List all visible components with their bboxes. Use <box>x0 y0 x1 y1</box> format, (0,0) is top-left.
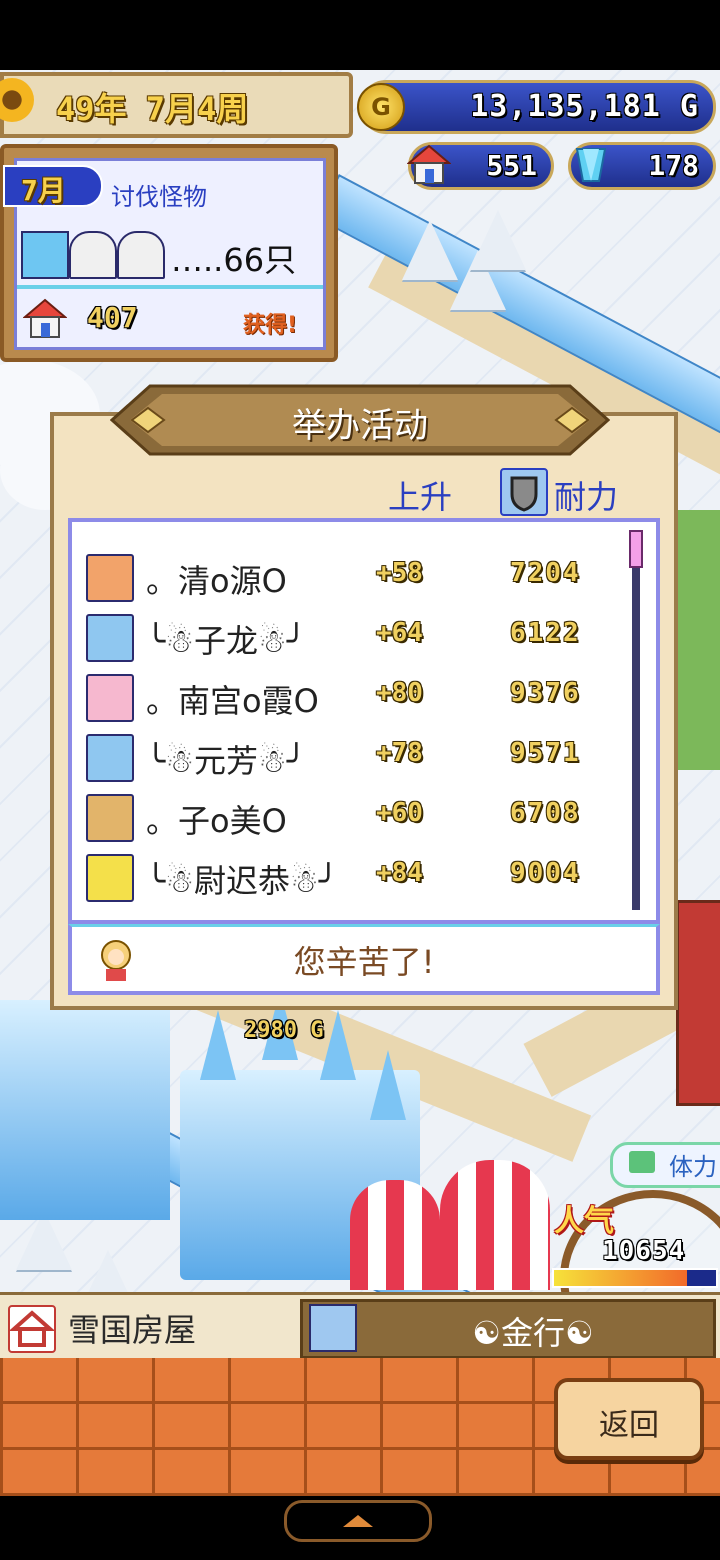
popularity-bar-fill <box>554 1270 687 1286</box>
dialog-title-banner: 举办活动 <box>110 380 610 460</box>
stamina-value: 9376 <box>510 678 581 708</box>
quest-count: …..66只 <box>171 241 297 279</box>
participant-list[interactable]: 。清o源O +58 7204 ╰☃子龙☃╯ +64 6122 。南宫o霞O +8… <box>68 518 660 924</box>
reward-count: 407 <box>87 301 138 334</box>
month-badge: 7月 <box>3 165 103 207</box>
avatar <box>86 614 134 662</box>
ghost-icon <box>117 231 165 279</box>
popularity-value: 10654 <box>602 1236 686 1266</box>
circus-tent <box>440 1160 550 1290</box>
crystals-pill: 178 <box>568 142 716 190</box>
participant-name: ╰☃元芳☃╯ <box>146 742 306 780</box>
participant-name: 。南宫o霞O <box>146 682 319 720</box>
stamina-value: 9571 <box>510 738 581 768</box>
stamina-value: 6122 <box>510 618 581 648</box>
expand-menu-button[interactable] <box>284 1500 432 1542</box>
rise-value: +64 <box>376 618 423 648</box>
top-black-bar <box>0 0 720 70</box>
popularity-bar <box>552 1268 718 1288</box>
avatar <box>86 794 134 842</box>
rise-value: +60 <box>376 798 423 828</box>
shield-icon <box>500 468 548 516</box>
gold-coin-icon: G <box>357 83 405 131</box>
red-barn <box>676 900 720 1106</box>
stamina-value: 7204 <box>510 558 581 588</box>
ice-spire <box>320 1010 356 1080</box>
quest-title: 讨伐怪物 <box>111 183 207 211</box>
divider <box>17 285 323 289</box>
houses-count: 551 <box>486 149 537 182</box>
rise-value: +80 <box>376 678 423 708</box>
reward-label: 获得! <box>243 313 298 338</box>
system-nav-bar <box>0 1496 720 1560</box>
building-info-bar: 雪国房屋 ☯金行☯ <box>0 1292 720 1364</box>
crystal-icon <box>569 143 613 187</box>
column-stamina: 耐力 <box>554 478 619 516</box>
occupant-panel: ☯金行☯ <box>300 1299 716 1359</box>
rise-value: +78 <box>376 738 423 768</box>
building-name: 雪国房屋 <box>68 1311 197 1349</box>
popularity-label: 人气 <box>554 1204 614 1239</box>
occupant-avatar <box>309 1304 357 1352</box>
popularity-widget[interactable]: 人气 10654 <box>540 1190 720 1292</box>
sunflower-icon <box>0 78 34 122</box>
occupant-name: ☯金行☯ <box>472 1314 594 1352</box>
dialog-footer-text: 您辛苦了! <box>293 943 435 981</box>
farm-field <box>672 510 720 770</box>
game-date: 49年 7月4周 <box>56 90 249 128</box>
avatar <box>86 854 134 902</box>
house-icon <box>22 297 68 341</box>
list-item[interactable]: ╰☃子龙☃╯ +64 6122 <box>86 608 626 664</box>
participant-name: 。清o源O <box>146 562 287 600</box>
houses-pill: 551 <box>406 142 554 190</box>
avatar <box>86 674 134 722</box>
quest-inner: 7月 讨伐怪物 …..66只 407 获得! <box>3 158 326 350</box>
rise-value: +84 <box>376 858 423 888</box>
ghost-icon <box>69 231 117 279</box>
stamina-label: 体力 <box>669 1153 717 1181</box>
gold-amount: 13,135,181 G <box>470 89 699 124</box>
avatar <box>86 734 134 782</box>
house-icon <box>406 143 452 187</box>
home-icon <box>8 1305 56 1353</box>
monster-icon <box>21 231 69 279</box>
stamina-icon <box>629 1151 655 1173</box>
stamina-value: 6708 <box>510 798 581 828</box>
ice-palace-left <box>0 1000 170 1220</box>
rise-value: +58 <box>376 558 423 588</box>
snow-tree <box>470 210 526 270</box>
back-button-label: 返回 <box>599 1408 659 1443</box>
circus-tent <box>350 1180 440 1290</box>
participant-name: ╰☃子龙☃╯ <box>146 622 306 660</box>
back-button[interactable]: 返回 <box>554 1378 704 1460</box>
dialog-footer: 您辛苦了! <box>68 924 660 995</box>
quest-panel[interactable]: 7月 讨伐怪物 …..66只 407 获得! <box>0 144 338 362</box>
brick-wall: 返回 <box>0 1358 720 1496</box>
scrollbar-thumb[interactable] <box>629 530 643 568</box>
participant-name: ╰☃尉迟恭☃╯ <box>146 862 338 900</box>
month-badge-text: 7月 <box>21 174 66 207</box>
scrollbar-track[interactable] <box>629 530 643 910</box>
chevron-up-icon <box>343 1515 373 1527</box>
price-tag: 2980 G <box>244 1018 324 1043</box>
avatar <box>86 554 134 602</box>
gold-pill: G 13,135,181 G <box>357 80 716 134</box>
ice-spire <box>370 1050 406 1120</box>
list-item[interactable]: 。清o源O +58 7204 <box>86 548 626 604</box>
participant-name: 。子o美O <box>146 802 287 840</box>
list-item[interactable]: 。子o美O +60 6708 <box>86 788 626 844</box>
list-item[interactable]: ╰☃尉迟恭☃╯ +84 9004 <box>86 848 626 904</box>
list-item[interactable]: ╰☃元芳☃╯ +78 9571 <box>86 728 626 784</box>
ice-spire <box>200 1010 236 1080</box>
stamina-tab[interactable]: 体力 <box>610 1142 720 1188</box>
crystals-count: 178 <box>648 149 699 182</box>
stamina-value: 9004 <box>510 858 581 888</box>
list-item[interactable]: 。南宫o霞O +80 9376 <box>86 668 626 724</box>
dialog-title: 举办活动 <box>292 406 428 446</box>
column-rise: 上升 <box>388 478 453 516</box>
snow-tree <box>80 1250 136 1292</box>
date-panel: 49年 7月4周 <box>0 72 353 138</box>
